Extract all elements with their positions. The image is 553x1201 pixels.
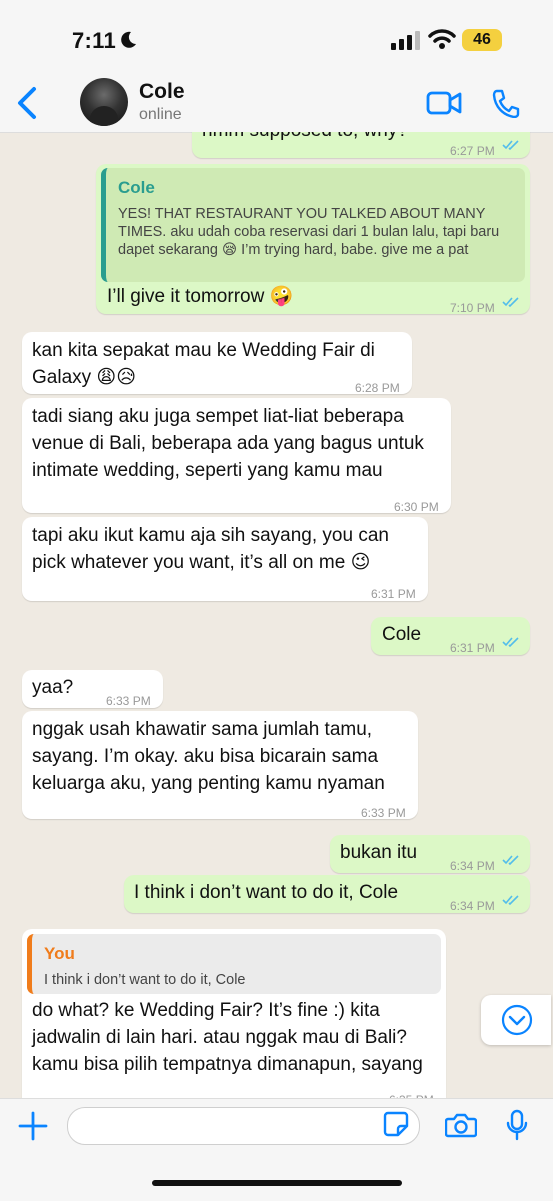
- sticker-icon[interactable]: [383, 1111, 409, 1137]
- quoted-message[interactable]: Cole YES! THAT RESTAURANT YOU TALKED ABO…: [101, 168, 525, 282]
- message-time: 7:10 PM: [450, 301, 495, 315]
- quote-author: Cole: [118, 178, 155, 197]
- message-input[interactable]: [67, 1107, 420, 1145]
- scroll-down-icon: [501, 1004, 533, 1036]
- back-chevron-icon[interactable]: [14, 86, 40, 120]
- message-text: do what? ke Wedding Fair? It’s fine :) k…: [32, 1000, 423, 1075]
- message-text: bukan itu: [340, 842, 418, 863]
- battery-indicator: 46: [462, 29, 502, 51]
- double-check-icon: [502, 637, 519, 648]
- video-call-icon[interactable]: [426, 90, 462, 116]
- camera-icon[interactable]: [445, 1112, 477, 1138]
- wifi-icon: [428, 29, 456, 49]
- message-time: 6:31 PM: [371, 587, 416, 601]
- double-check-icon: [502, 895, 519, 906]
- contact-status: online: [139, 106, 182, 123]
- message-outgoing[interactable]: Cole 6:31 PM: [371, 617, 530, 655]
- quote-author: You: [44, 944, 75, 963]
- message-outgoing[interactable]: I think i don’t want to do it, Cole 6:34…: [124, 875, 530, 913]
- message-incoming[interactable]: tapi aku ikut kamu aja sih sayang, you c…: [22, 517, 428, 601]
- status-time: 7:11: [72, 28, 117, 53]
- avatar[interactable]: [80, 78, 128, 126]
- message-time: 6:34 PM: [450, 899, 495, 913]
- moon-icon: [121, 31, 136, 48]
- quote-text: I think i don’t want to do it, Cole: [44, 972, 246, 988]
- message-incoming-reply[interactable]: You I think i don’t want to do it, Cole …: [22, 929, 446, 1098]
- scroll-to-bottom-button[interactable]: [481, 995, 551, 1045]
- message-text: tapi aku ikut kamu aja sih sayang, you c…: [32, 525, 389, 573]
- quote-text: YES! THAT RESTAURANT YOU TALKED ABOUT MA…: [118, 206, 500, 258]
- message-text: I’ll give it tomorrow 🤪: [107, 286, 294, 307]
- message-time: 6:33 PM: [361, 806, 406, 820]
- message-outgoing[interactable]: bukan itu 6:34 PM: [330, 835, 530, 873]
- message-time: 6:31 PM: [450, 641, 495, 655]
- signal-icon: [391, 31, 420, 50]
- message-incoming[interactable]: nggak usah khawatir sama jumlah tamu, sa…: [22, 711, 418, 820]
- message-text: yaa?: [32, 677, 74, 698]
- quoted-message[interactable]: You I think i don’t want to do it, Cole: [27, 934, 441, 994]
- message-incoming[interactable]: yaa? 6:33 PM: [22, 670, 163, 708]
- message-outgoing-reply[interactable]: Cole YES! THAT RESTAURANT YOU TALKED ABO…: [96, 164, 530, 315]
- double-check-icon: [502, 140, 519, 151]
- message-text: kan kita sepakat mau ke Wedding Fair di …: [32, 340, 375, 388]
- double-check-icon: [502, 855, 519, 866]
- chat-header: Cole online: [0, 60, 553, 133]
- message-time: 6:27 PM: [450, 144, 495, 158]
- double-check-icon: [502, 297, 519, 308]
- message-text: nggak usah khawatir sama jumlah tamu, sa…: [32, 719, 385, 794]
- home-indicator: [152, 1180, 402, 1186]
- message-time: 6:35 PM: [389, 1087, 434, 1098]
- message-incoming[interactable]: kan kita sepakat mau ke Wedding Fair di …: [22, 332, 412, 395]
- contact-name[interactable]: Cole: [139, 80, 185, 104]
- microphone-icon[interactable]: [506, 1109, 528, 1141]
- chat-area[interactable]: hmm supposed to, why? 6:27 PM Cole YES! …: [0, 132, 553, 1098]
- message-text: hmm supposed to, why?: [202, 132, 408, 144]
- phone-call-icon[interactable]: [492, 88, 520, 118]
- message-text: tadi siang aku juga sempet liat-liat beb…: [32, 406, 424, 481]
- plus-icon[interactable]: [18, 1111, 48, 1141]
- message-text: I think i don’t want to do it, Cole: [134, 882, 399, 903]
- message-text: Cole: [382, 624, 422, 645]
- message-outgoing[interactable]: hmm supposed to, why? 6:27 PM: [192, 132, 530, 158]
- message-incoming[interactable]: tadi siang aku juga sempet liat-liat beb…: [22, 398, 451, 514]
